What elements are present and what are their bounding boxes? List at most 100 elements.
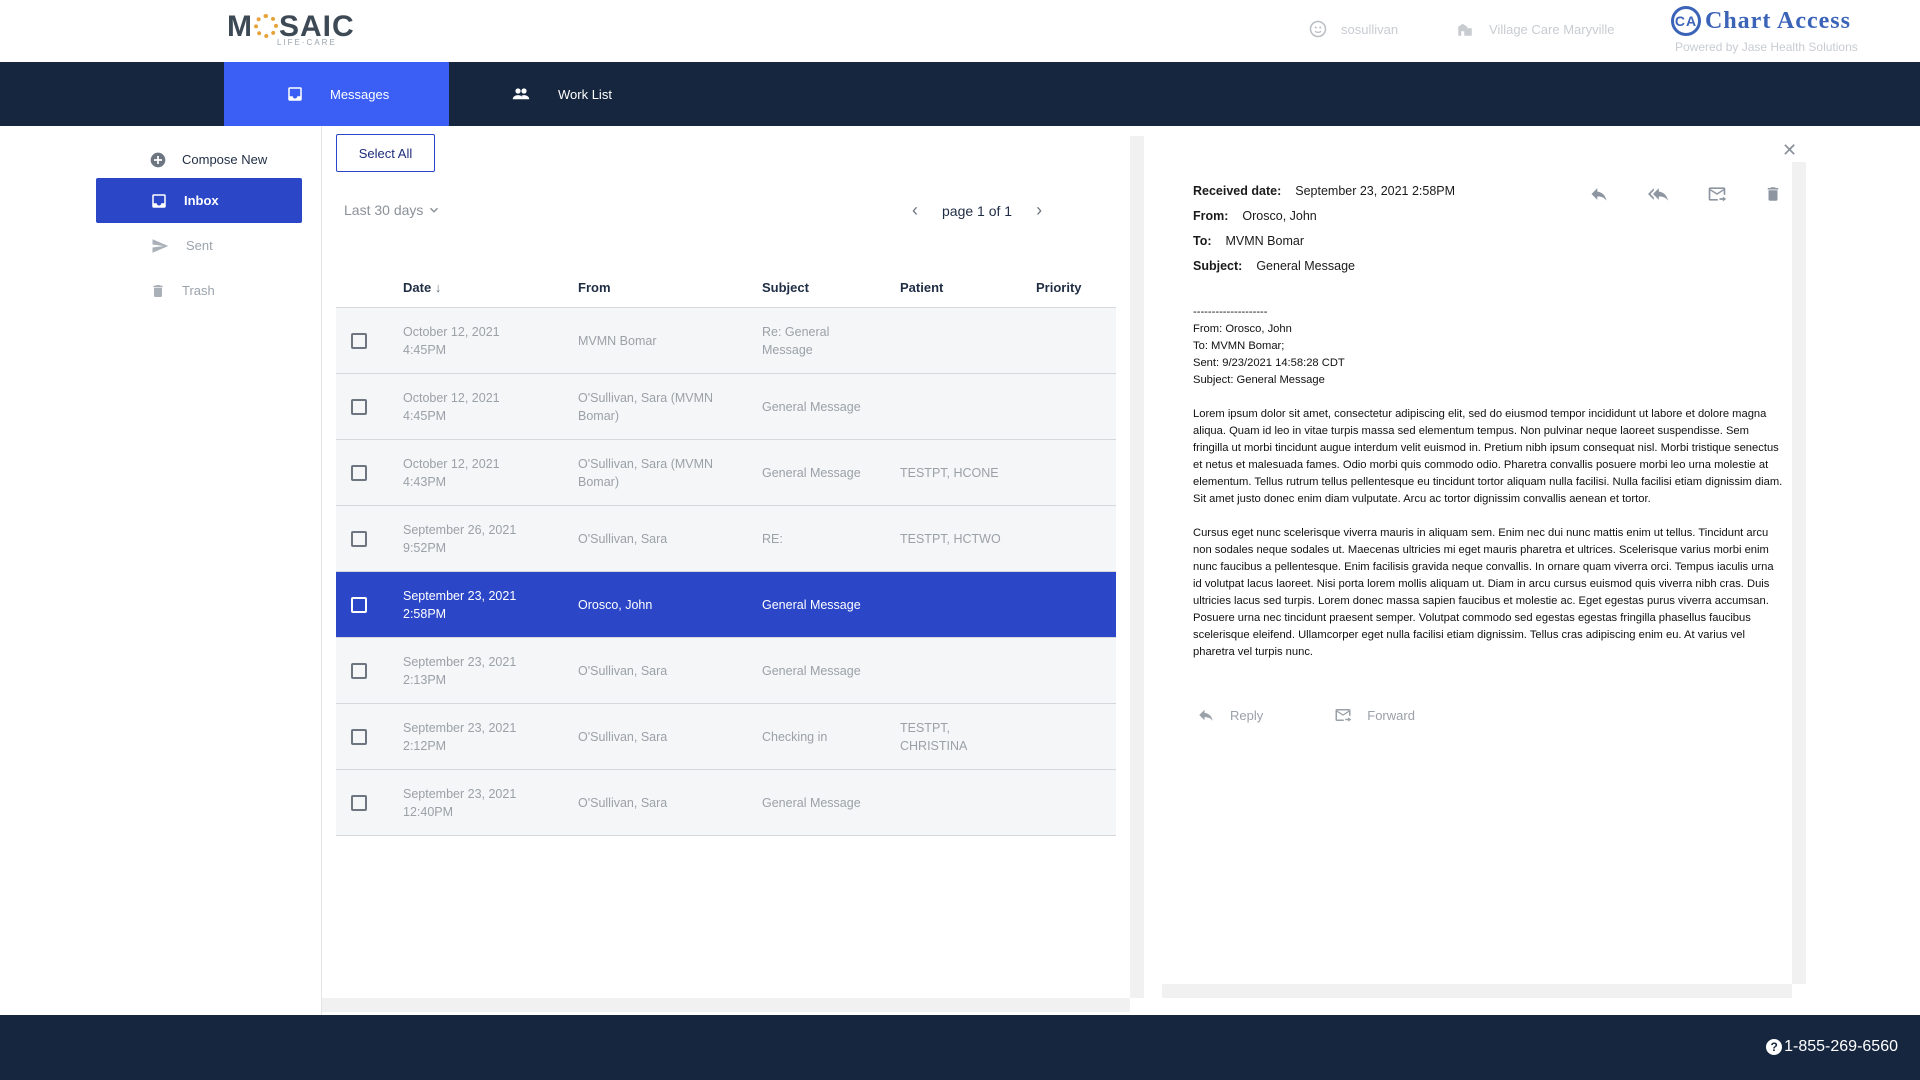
- reply-icon: [1199, 709, 1213, 721]
- row-checkbox[interactable]: [351, 465, 367, 481]
- reader-vertical-scrollbar[interactable]: [1792, 162, 1806, 984]
- row-date: September 23, 2021 12:40PM: [403, 787, 517, 819]
- send-icon: [152, 238, 169, 253]
- table-row[interactable]: September 23, 2021 12:40PM O'Sullivan, Sa…: [336, 770, 1116, 836]
- table-row[interactable]: September 23, 2021 2:13PM O'Sullivan, Sar…: [336, 638, 1116, 704]
- row-subject: Checking in: [762, 730, 828, 744]
- sidebar-item-sent[interactable]: Sent: [96, 223, 302, 268]
- date-range-dropdown[interactable]: Last 30 days: [344, 202, 441, 218]
- column-header-priority[interactable]: Priority: [1036, 280, 1082, 295]
- received-value: September 23, 2021 2:58PM: [1295, 184, 1456, 198]
- forward-label: Forward: [1367, 707, 1415, 723]
- reply-all-icon[interactable]: [1646, 184, 1670, 204]
- product-name: Chart Access: [1705, 7, 1851, 34]
- row-date: September 23, 2021 2:58PM: [403, 589, 517, 621]
- row-date: October 12, 2021 4:45PM: [403, 325, 500, 357]
- column-header-date[interactable]: Date ↓: [403, 280, 441, 295]
- sidebar-item-trash[interactable]: Trash: [96, 268, 302, 313]
- row-date: September 23, 2021 2:13PM: [403, 655, 517, 687]
- close-icon[interactable]: ✕: [1782, 140, 1797, 161]
- quoted-to: To: MVMN Bomar;: [1193, 340, 1285, 352]
- row-patient: TESTPT, CHRISTINA: [900, 721, 968, 753]
- powered-by: Powered by Jase Health Solutions: [1675, 40, 1858, 54]
- table-row[interactable]: October 12, 2021 4:43PM O'Sullivan, Sara …: [336, 440, 1116, 506]
- trash-icon: [153, 284, 163, 297]
- forward-mail-icon[interactable]: [1706, 184, 1728, 204]
- row-subject: RE:: [762, 532, 783, 546]
- compose-new-button[interactable]: Compose New: [96, 137, 302, 182]
- row-checkbox[interactable]: [351, 663, 367, 679]
- table-row[interactable]: September 23, 2021 2:12PM O'Sullivan, Sar…: [336, 704, 1116, 770]
- list-vertical-scrollbar[interactable]: [1130, 136, 1144, 998]
- page-indicator: page 1 of 1: [942, 202, 1013, 219]
- reply-icon[interactable]: [1588, 184, 1610, 204]
- prev-page-icon[interactable]: ‹: [912, 200, 918, 221]
- inbox-tray-icon: [288, 87, 302, 101]
- row-subject: General Message: [762, 400, 861, 414]
- message-table: Date ↓ From Subject Patient Priority Oct…: [336, 266, 1116, 836]
- body-paragraph: Cursus eget nunc scelerisque viverra mau…: [1193, 527, 1774, 658]
- reader-horizontal-scrollbar[interactable]: [1162, 984, 1792, 998]
- row-from: O'Sullivan, Sara (MVMN Bomar): [578, 391, 714, 423]
- select-all-button[interactable]: Select All: [336, 134, 435, 172]
- help-icon: ?: [1766, 1039, 1783, 1055]
- facility-name: Village Care Maryville: [1489, 21, 1615, 37]
- date-range-value: Last 30 days: [344, 202, 424, 218]
- sidebar-item-inbox[interactable]: Inbox: [96, 178, 302, 223]
- row-checkbox[interactable]: [351, 333, 367, 349]
- row-checkbox[interactable]: [351, 597, 367, 613]
- row-patient: TESTPT, HCTWO: [900, 532, 1001, 546]
- row-subject: General Message: [762, 598, 861, 612]
- sort-down-icon: ↓: [434, 280, 442, 295]
- facility-selector[interactable]: Village Care Maryville: [1455, 20, 1614, 38]
- quoted-from: From: Orosco, John: [1193, 323, 1292, 335]
- reply-actions: Reply Forward: [1196, 706, 1415, 724]
- footer: ? 1-855-269-6560: [0, 1015, 1920, 1080]
- row-from: O'Sullivan, Sara: [578, 664, 668, 678]
- mosaic-logo[interactable]: M SAIC LIFE·CARE: [227, 12, 355, 52]
- table-row[interactable]: October 12, 2021 4:45PM O'Sullivan, Sara …: [336, 374, 1116, 440]
- subject-label: Subject:: [1193, 259, 1243, 273]
- forward-button[interactable]: Forward: [1333, 706, 1415, 724]
- delete-icon[interactable]: [1764, 184, 1782, 204]
- message-actions: [1588, 184, 1782, 204]
- quoted-subject: Subject: General Message: [1193, 374, 1325, 386]
- table-row-selected[interactable]: September 23, 2021 2:58PM Orosco, John Ge…: [336, 572, 1116, 638]
- row-checkbox[interactable]: [351, 399, 367, 415]
- tab-work-list[interactable]: Work List: [510, 62, 650, 126]
- user-menu[interactable]: sosullivan: [1309, 20, 1398, 38]
- table-row[interactable]: September 26, 2021 9:52PM O'Sullivan, Sar…: [336, 506, 1116, 572]
- row-from: O'Sullivan, Sara: [578, 532, 668, 546]
- chevron-down-icon: [430, 207, 439, 213]
- row-checkbox[interactable]: [351, 531, 367, 547]
- column-header-subject[interactable]: Subject: [762, 280, 809, 295]
- main-nav: Messages Work List: [0, 62, 1920, 126]
- row-date: October 12, 2021 4:45PM: [403, 391, 500, 423]
- row-from: Orosco, John: [578, 598, 653, 612]
- tab-messages-label: Messages: [330, 86, 390, 102]
- support-phone[interactable]: ? 1-855-269-6560: [1766, 1038, 1898, 1056]
- chart-access-logo: CA Chart Access Powered by Jase Health S…: [1671, 6, 1858, 54]
- row-checkbox[interactable]: [351, 729, 367, 745]
- row-from: O'Sullivan, Sara: [578, 730, 668, 744]
- tab-work-list-label: Work List: [558, 86, 612, 102]
- message-list-pane: Select All Last 30 days ‹ page 1 of 1 › …: [322, 126, 1144, 1015]
- from-label: From:: [1193, 209, 1229, 223]
- row-checkbox[interactable]: [351, 795, 367, 811]
- sidebar-item-trash-label: Trash: [182, 283, 215, 298]
- list-horizontal-scrollbar[interactable]: [322, 998, 1130, 1012]
- reply-button[interactable]: Reply: [1196, 706, 1263, 724]
- support-phone-number: 1-855-269-6560: [1784, 1038, 1898, 1055]
- table-row[interactable]: October 12, 2021 4:45PM MVMN Bomar Re: Ge…: [336, 308, 1116, 374]
- row-from: O'Sullivan, Sara (MVMN Bomar): [578, 457, 714, 489]
- column-header-from[interactable]: From: [578, 280, 611, 295]
- next-page-icon[interactable]: ›: [1036, 200, 1042, 221]
- logo-subtitle: LIFE·CARE: [277, 38, 337, 47]
- quoted-sent: Sent: 9/23/2021 14:58:28 CDT: [1193, 357, 1345, 369]
- message-body: -------------------- From: Orosco, John …: [1193, 304, 1783, 678]
- row-from: O'Sullivan, Sara: [578, 796, 668, 810]
- row-date: September 23, 2021 2:12PM: [403, 721, 517, 753]
- tab-messages[interactable]: Messages: [224, 62, 449, 126]
- column-header-patient[interactable]: Patient: [900, 280, 943, 295]
- forward-mail-icon: [1335, 709, 1352, 722]
